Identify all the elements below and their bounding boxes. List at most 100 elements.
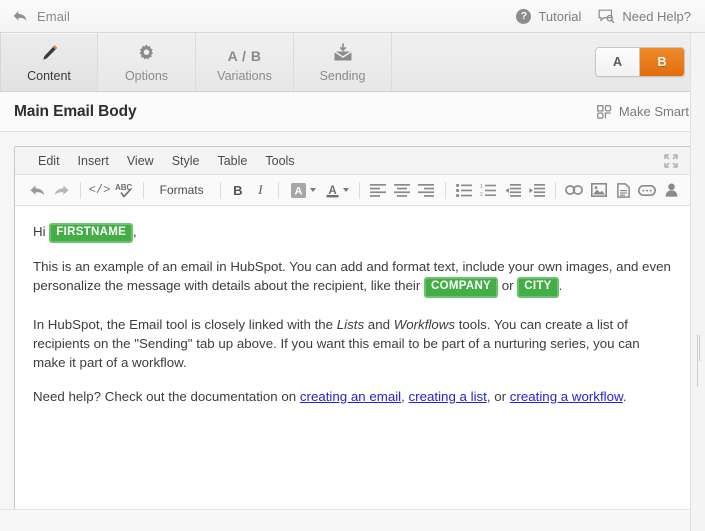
outdent-icon[interactable] bbox=[502, 179, 522, 201]
svg-text:1: 1 bbox=[480, 184, 483, 190]
toolbar-separator bbox=[79, 181, 81, 199]
email-editor-app: Email ? Tutorial Need Help? Content Opti… bbox=[0, 0, 705, 531]
tab-variations[interactable]: A / B Variations bbox=[196, 33, 294, 91]
tutorial-label: Tutorial bbox=[538, 8, 582, 24]
background-color-picker[interactable]: A bbox=[287, 179, 318, 201]
need-help-label: Need Help? bbox=[622, 8, 691, 24]
editor-wrapper: Edit Insert View Style Table Tools </> A… bbox=[0, 132, 705, 531]
fullscreen-button[interactable] bbox=[658, 152, 684, 170]
insert-document-icon[interactable] bbox=[613, 179, 633, 201]
greeting-suffix: , bbox=[133, 224, 137, 239]
body-paragraph-help: Need help? Check out the documentation o… bbox=[33, 387, 674, 406]
tools-text-a: In HubSpot, the Email tool is closely li… bbox=[33, 316, 337, 332]
tab-label-content: Content bbox=[27, 68, 71, 83]
svg-text:A: A bbox=[294, 185, 302, 197]
toolbar-separator bbox=[555, 181, 557, 199]
personalization-token-company[interactable]: COMPANY bbox=[424, 277, 499, 298]
tab-label-options: Options bbox=[124, 68, 169, 83]
variation-toggle: A B bbox=[595, 47, 685, 77]
menu-table[interactable]: Table bbox=[208, 151, 256, 171]
menu-insert[interactable]: Insert bbox=[69, 151, 118, 171]
link-creating-a-list[interactable]: creating a list bbox=[409, 389, 487, 404]
tools-text-b: and bbox=[364, 316, 394, 332]
email-body-canvas[interactable]: Hi FIRSTNAME, This is an example of an e… bbox=[15, 206, 690, 512]
back-link-label: Email bbox=[37, 8, 71, 24]
top-bar: Email ? Tutorial Need Help? bbox=[0, 0, 705, 33]
ab-icon-label: A / B bbox=[227, 47, 262, 64]
fullscreen-expand-icon bbox=[664, 153, 678, 168]
page-scrollbar[interactable] bbox=[690, 33, 705, 531]
tab-sending[interactable]: Sending bbox=[294, 33, 392, 91]
page-scrollbar-thumb[interactable] bbox=[693, 295, 704, 400]
tab-strip: Content Options A / B Variations Sending… bbox=[0, 33, 705, 92]
need-help-button[interactable]: Need Help? bbox=[598, 9, 691, 24]
variation-button-a[interactable]: A bbox=[596, 48, 640, 76]
toolbar-separator bbox=[358, 181, 360, 199]
menu-edit[interactable]: Edit bbox=[29, 151, 69, 171]
undo-icon[interactable] bbox=[27, 179, 47, 201]
scrollbar-grip-icon bbox=[696, 334, 702, 387]
text-color-picker[interactable]: A bbox=[322, 179, 351, 201]
tab-content[interactable]: Content bbox=[0, 33, 98, 91]
toolbar-separator bbox=[277, 181, 279, 199]
toolbar-separator bbox=[142, 181, 144, 199]
back-to-email-link[interactable]: Email bbox=[12, 9, 70, 24]
personalization-icon[interactable] bbox=[662, 179, 682, 201]
envelope-download-icon bbox=[332, 42, 354, 64]
body-paragraph-tools: In HubSpot, the Email tool is closely li… bbox=[33, 315, 674, 373]
italic-icon[interactable]: I bbox=[251, 179, 270, 201]
chevron-down-icon bbox=[342, 188, 349, 192]
align-center-icon[interactable] bbox=[392, 179, 412, 201]
pencil-icon bbox=[39, 42, 60, 64]
insert-image-icon[interactable] bbox=[588, 179, 608, 201]
rich-text-editor: Edit Insert View Style Table Tools </> A… bbox=[14, 146, 691, 513]
bullet-list-icon[interactable] bbox=[454, 179, 474, 201]
intro-text-a: This is an example of an email in HubSpo… bbox=[33, 259, 671, 294]
toolbar-separator bbox=[444, 181, 446, 199]
variation-button-b[interactable]: B bbox=[640, 48, 684, 76]
link-creating-a-workflow[interactable]: creating a workflow bbox=[510, 389, 623, 404]
formats-dropdown[interactable]: Formats bbox=[152, 179, 212, 201]
help-text-c: , or bbox=[486, 388, 510, 404]
insert-link-icon[interactable] bbox=[564, 179, 584, 201]
intro-text-end: . bbox=[558, 278, 563, 294]
top-bar-actions: ? Tutorial Need Help? bbox=[516, 8, 691, 24]
tab-options[interactable]: Options bbox=[98, 33, 196, 91]
redo-icon[interactable] bbox=[51, 179, 71, 201]
make-smart-label: Make Smart bbox=[618, 104, 689, 119]
editor-toolbar: </> ABC Formats B I A A 1 2 bbox=[15, 175, 690, 206]
tab-label-variations: Variations bbox=[217, 68, 272, 83]
question-circle-icon: ? bbox=[516, 8, 532, 24]
greeting-prefix: Hi bbox=[33, 224, 50, 239]
source-code-icon[interactable]: </> bbox=[89, 179, 111, 201]
make-smart-button[interactable]: Make Smart bbox=[596, 104, 689, 119]
help-text-b: , bbox=[401, 388, 409, 404]
smart-blocks-icon bbox=[596, 104, 612, 119]
numbered-list-icon[interactable]: 12 bbox=[478, 179, 498, 201]
menu-style[interactable]: Style bbox=[163, 151, 209, 171]
intro-text-mid: or bbox=[498, 278, 518, 294]
menu-tools[interactable]: Tools bbox=[256, 151, 303, 171]
svg-text:2: 2 bbox=[480, 192, 483, 197]
page-title: Main Email Body bbox=[14, 102, 137, 120]
emphasis-workflows: Workflows bbox=[393, 316, 456, 332]
tutorial-button[interactable]: ? Tutorial bbox=[516, 8, 582, 24]
bold-icon[interactable]: B bbox=[229, 179, 248, 201]
section-header: Main Email Body Make Smart bbox=[0, 92, 705, 132]
chevron-down-icon bbox=[309, 188, 316, 192]
help-text-end: . bbox=[622, 388, 627, 404]
menu-view[interactable]: View bbox=[118, 151, 163, 171]
gear-icon bbox=[136, 42, 157, 64]
body-paragraph-intro: This is an example of an email in HubSpo… bbox=[33, 257, 674, 298]
indent-icon[interactable] bbox=[527, 179, 547, 201]
link-creating-an-email[interactable]: creating an email bbox=[300, 389, 401, 404]
insert-cta-icon[interactable] bbox=[637, 179, 657, 201]
ab-text-icon: A / B bbox=[228, 42, 262, 64]
align-left-icon[interactable] bbox=[367, 179, 387, 201]
personalization-token-city[interactable]: CITY bbox=[517, 277, 559, 298]
spellcheck-icon[interactable]: ABC bbox=[114, 179, 134, 201]
align-right-icon[interactable] bbox=[416, 179, 436, 201]
help-text-a: Need help? Check out the documentation o… bbox=[33, 388, 300, 404]
personalization-token-firstname[interactable]: FIRSTNAME bbox=[49, 223, 134, 244]
emphasis-lists: Lists bbox=[336, 316, 365, 332]
